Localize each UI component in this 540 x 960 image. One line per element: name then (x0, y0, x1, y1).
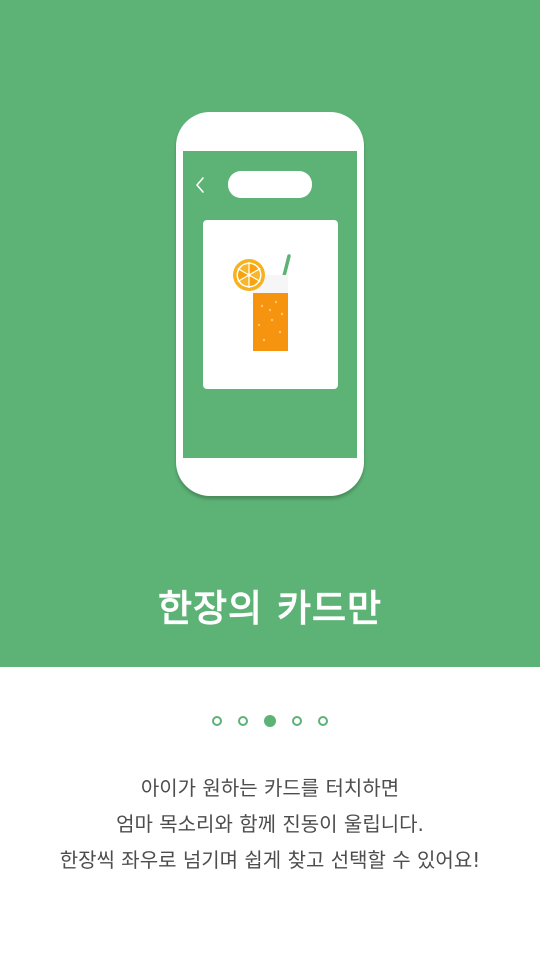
page-indicator (0, 715, 540, 733)
description-line: 한장씩 좌우로 넘기며 쉽게 찾고 선택할 수 있어요! (59, 848, 481, 872)
description-line: 엄마 목소리와 함께 진동이 울립니다. (116, 812, 424, 836)
juice-glass-icon (233, 254, 291, 351)
orange-slice-icon (233, 259, 265, 291)
description-text: 아이가 원하는 카드를 터치하면 엄마 목소리와 함께 진동이 울립니다. 한장… (0, 770, 540, 878)
page-dot-1[interactable] (212, 716, 222, 726)
page-dot-3-active[interactable] (264, 715, 276, 727)
page-dot-2[interactable] (238, 716, 248, 726)
page-dot-4[interactable] (292, 716, 302, 726)
page-dot-5[interactable] (318, 716, 328, 726)
description-line: 아이가 원하는 카드를 터치하면 (140, 776, 400, 800)
chevron-left-icon (196, 177, 204, 193)
title-placeholder-pill (228, 171, 312, 198)
hero-title: 한장의 카드만 (157, 587, 383, 630)
